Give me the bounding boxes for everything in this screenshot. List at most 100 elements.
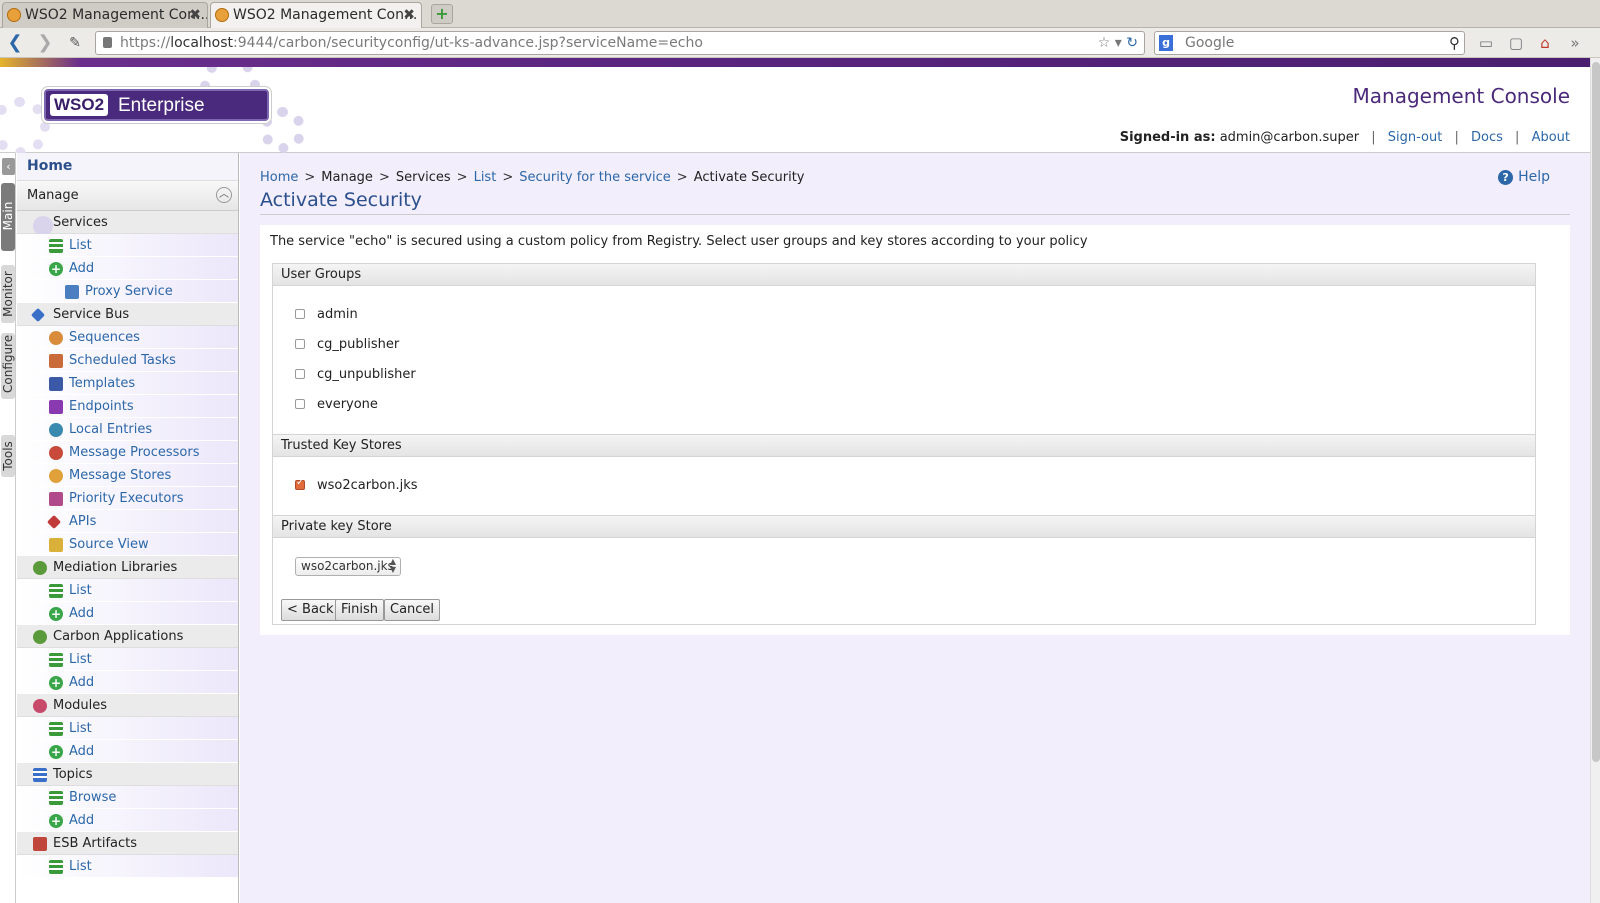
page-scrollbar[interactable] [1590, 58, 1600, 903]
sidebar-item-add[interactable]: + Add [17, 740, 238, 763]
sign-out-link[interactable]: Sign-out [1388, 130, 1443, 145]
sidebar-item-label: Mediation Libraries [53, 560, 178, 575]
user-groups-heading: User Groups [273, 264, 1535, 286]
private-key-store-select[interactable]: wso2carbon.jks ▲ ▼ [295, 557, 401, 576]
new-tab-button[interactable]: + [431, 4, 453, 24]
sidebar-item-apis[interactable]: APIs [17, 510, 238, 533]
search-icon[interactable]: ⚲ [1449, 32, 1460, 54]
sidebar-item-browse[interactable]: Browse [17, 786, 238, 809]
browser-tab-2[interactable]: WSO2 Management Con... ✖ [210, 2, 422, 28]
about-link[interactable]: About [1532, 130, 1570, 145]
sidebar-item-source-view[interactable]: Source View [17, 533, 238, 556]
home-icon[interactable]: ⌂ [1535, 33, 1555, 53]
sidebar-item-carbon-applications[interactable]: Carbon Applications [17, 625, 238, 648]
sidebar-home[interactable]: Home [17, 153, 238, 181]
url-bar[interactable]: https://localhost:9444/carbon/securityco… [95, 31, 1145, 55]
docs-link[interactable]: Docs [1471, 130, 1503, 145]
collapse-menu-icon[interactable]: ‹ [2, 158, 15, 175]
menu-icon[interactable]: » [1565, 33, 1585, 53]
sidebar-item-list[interactable]: List [17, 717, 238, 740]
sidebar-item-message-processors[interactable]: Message Processors [17, 441, 238, 464]
sidebar-item-priority-executors[interactable]: Priority Executors [17, 487, 238, 510]
sidebar-item-label: Modules [53, 698, 108, 713]
sidebar-item-list[interactable]: List [17, 579, 238, 602]
sidebar-item-templates[interactable]: Templates [17, 372, 238, 395]
sidebar-item-label: Sequences [69, 330, 140, 345]
bookmark-star-icon[interactable]: ☆ ▾ ↻ [1098, 32, 1138, 54]
lock-icon [103, 37, 112, 48]
sidebar-item-label: List [69, 652, 92, 667]
help-link[interactable]: ? Help [1498, 169, 1550, 185]
sidebar-item-add[interactable]: + Add [17, 602, 238, 625]
sidebar-item-label: Add [69, 744, 95, 759]
user-groups-section: User Groups admin cg_publisher cg_unpubl… [272, 263, 1536, 435]
main-content: Home > Manage > Services > List > Security for t… [240, 153, 1590, 903]
sidebar-item-message-stores[interactable]: Message Stores [17, 464, 238, 487]
tab-main[interactable]: Main [1, 183, 15, 251]
help-icon: ? [1498, 170, 1514, 185]
sidebar-item-add[interactable]: + Add [17, 257, 238, 280]
search-engine-icon[interactable]: g [1159, 35, 1173, 51]
sidebar-item-sequences[interactable]: Sequences [17, 326, 238, 349]
checkbox-cg-publisher[interactable] [295, 339, 305, 349]
tools-icon[interactable]: ✎ [64, 32, 86, 54]
add-icon: + [49, 676, 63, 690]
sidebar-item-list[interactable]: List [17, 648, 238, 671]
finish-button[interactable]: Finish [335, 599, 385, 621]
checkbox-cg-unpublisher[interactable] [295, 369, 305, 379]
product-logo[interactable]: WSO2 Enterprise Service Bus [44, 89, 269, 144]
search-bar[interactable]: g Google ⚲ [1154, 31, 1465, 55]
reload-icon[interactable]: ↻ [1126, 35, 1138, 51]
sidebar-item-list[interactable]: List [17, 855, 238, 878]
tab-bar: WSO2 Management Con... ✖ WSO2 Management… [0, 0, 1600, 28]
checkbox-wso2carbon-jks[interactable] [295, 477, 305, 490]
checkbox-everyone[interactable] [295, 399, 305, 409]
close-tab-icon[interactable]: ✖ [189, 3, 201, 27]
cancel-button[interactable]: Cancel [384, 599, 441, 621]
forward-icon[interactable]: ❯ [34, 32, 56, 54]
breadcrumb-list[interactable]: List [474, 170, 497, 185]
sidebar-item-label: Local Entries [69, 422, 153, 437]
sidebar-item-esb-artifacts[interactable]: ESB Artifacts [17, 832, 238, 855]
sidebar-manage-label: Manage [27, 188, 79, 203]
sidebar-item-service-bus[interactable]: Service Bus [17, 303, 238, 326]
title-divider [260, 214, 1570, 215]
list-icon [49, 860, 63, 874]
sidebar-manage-header[interactable]: Manage ︿ [17, 181, 238, 211]
scrollbar-thumb[interactable] [1592, 62, 1600, 762]
sidebar-item-label: Source View [69, 537, 149, 552]
breadcrumb-home[interactable]: Home [260, 170, 298, 185]
sidebar-item-mediation-libraries[interactable]: Mediation Libraries [17, 556, 238, 579]
sidebar-item-endpoints[interactable]: Endpoints [17, 395, 238, 418]
topic-icon [33, 768, 47, 782]
tab-tools[interactable]: Tools [1, 435, 15, 477]
tab-configure[interactable]: Configure [1, 333, 15, 399]
favicon-icon [215, 8, 229, 22]
add-icon: + [49, 814, 63, 828]
minimize-icon[interactable]: ▭ [1476, 33, 1496, 53]
sidebar-item-add[interactable]: + Add [17, 809, 238, 832]
tab-monitor[interactable]: Monitor [1, 265, 15, 323]
chevron-up-icon[interactable]: ︿ [216, 187, 232, 203]
sidebar-item-proxy-service[interactable]: Proxy Service [17, 280, 238, 303]
downloads-icon[interactable]: ▢ [1506, 33, 1526, 53]
checkbox-admin[interactable] [295, 309, 305, 319]
close-tab-icon[interactable]: ✖ [403, 3, 415, 27]
bus-icon [30, 307, 46, 323]
select-value: wso2carbon.jks [301, 559, 394, 573]
breadcrumb-security[interactable]: Security for the service [519, 170, 671, 185]
sidebar-item-scheduled-tasks[interactable]: Scheduled Tasks [17, 349, 238, 372]
sidebar-item-label: Carbon Applications [53, 629, 184, 644]
brand-stripe [0, 58, 1590, 67]
sidebar-item-services[interactable]: Services [17, 211, 238, 236]
list-icon [49, 239, 63, 253]
back-icon[interactable]: ❮ [4, 32, 26, 54]
sidebar-item-local-entries[interactable]: Local Entries [17, 418, 238, 441]
sidebar-item-topics[interactable]: Topics [17, 763, 238, 786]
sidebar-item-add[interactable]: + Add [17, 671, 238, 694]
sidebar-item-list[interactable]: List [17, 234, 238, 257]
sidebar-item-modules[interactable]: Modules [17, 694, 238, 717]
back-button[interactable]: < Back [281, 599, 340, 621]
url-prefix: https:// [120, 35, 171, 51]
browser-tab-1[interactable]: WSO2 Management Con... ✖ [2, 2, 208, 28]
